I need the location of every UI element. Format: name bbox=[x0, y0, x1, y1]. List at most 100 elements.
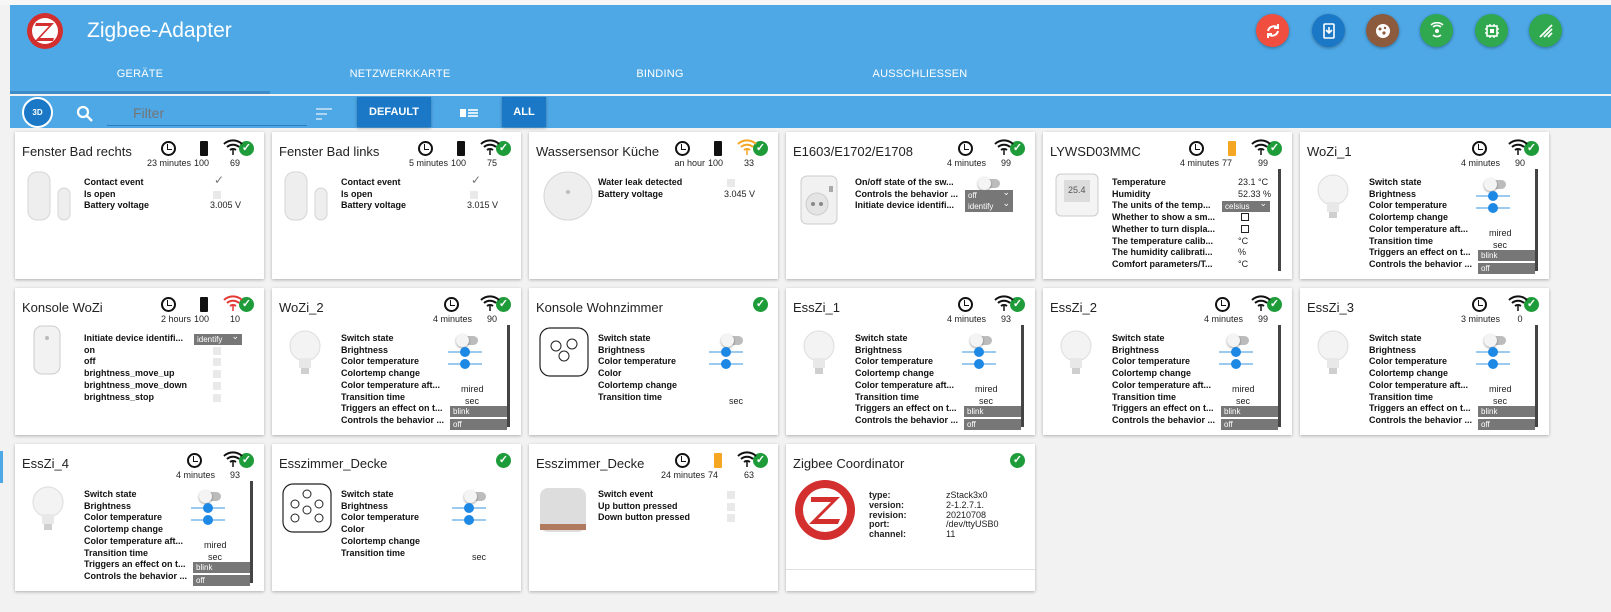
device-card[interactable]: Fenster Bad links ✓ 75 100 5 minutes Contact … bbox=[272, 132, 521, 279]
device-card[interactable]: EssZi_2 ✓ 99 4 minutes Switch state Brightnes… bbox=[1043, 288, 1292, 435]
chip-button[interactable] bbox=[1475, 14, 1508, 47]
device-card[interactable]: Konsole WoZi ✓ 10 100 2 hours Initiate device… bbox=[15, 288, 264, 435]
color-temperature-slider[interactable] bbox=[1219, 359, 1253, 369]
switch-state-toggle[interactable] bbox=[1227, 334, 1249, 347]
battery-value: 100 bbox=[194, 158, 210, 168]
last-seen-time: 4 minutes bbox=[1179, 158, 1219, 168]
device-card[interactable]: LYWSD03MMC ✓ 99 77 4 minutes 25.4 Temperature 2… bbox=[1043, 132, 1292, 279]
device-image bbox=[281, 166, 345, 230]
clock-icon bbox=[161, 297, 176, 312]
color-temperature-slider[interactable] bbox=[1476, 359, 1510, 369]
switch-state-toggle[interactable] bbox=[456, 334, 478, 347]
scrollbar[interactable] bbox=[1278, 325, 1281, 427]
scrollbar[interactable] bbox=[1535, 325, 1538, 427]
device-card[interactable]: EssZi_3 ✓ 0 3 minutes Switch state Brightness… bbox=[1300, 288, 1549, 435]
brightness-slider[interactable] bbox=[1476, 191, 1510, 201]
state-label: Transition time bbox=[855, 391, 920, 402]
switch-state-toggle[interactable] bbox=[721, 334, 743, 347]
tab-ausschliessen[interactable]: AUSSCHLIESSEN bbox=[790, 68, 1050, 80]
scrollbar[interactable] bbox=[507, 325, 510, 427]
device-card[interactable]: Konsole Wohnzimmer ✓ Switch state Brightnes… bbox=[529, 288, 778, 435]
device-card[interactable]: Zigbee Coordinator ✓ type: zStack3x0 version… bbox=[786, 444, 1035, 591]
switch-state-toggle[interactable] bbox=[970, 334, 992, 347]
effect-select[interactable]: blink bbox=[193, 562, 250, 573]
cookie-button[interactable] bbox=[1366, 14, 1399, 47]
effect-select[interactable]: blink bbox=[964, 406, 1021, 417]
device-card[interactable]: Esszimmer_Decke ✓ 63 74 24 minutes Switch eve… bbox=[529, 444, 778, 591]
3d-view-button[interactable]: 3D bbox=[22, 97, 53, 128]
behavior-select[interactable]: off bbox=[1478, 263, 1535, 274]
state-select[interactable]: identify bbox=[194, 331, 242, 345]
color-temperature-slider[interactable] bbox=[1476, 203, 1510, 213]
effect-select[interactable]: blink bbox=[1478, 406, 1535, 417]
link-quality-icon bbox=[480, 139, 500, 155]
last-seen-time: 4 minutes bbox=[175, 470, 215, 480]
effect-select[interactable]: blink bbox=[1478, 250, 1535, 261]
effect-select[interactable]: blink bbox=[1221, 406, 1278, 417]
brightness-slider[interactable] bbox=[191, 503, 225, 513]
state-checkbox[interactable] bbox=[1241, 213, 1249, 222]
all-button[interactable]: ALL bbox=[502, 97, 546, 127]
filter-input[interactable] bbox=[107, 101, 307, 126]
color-temperature-slider[interactable] bbox=[452, 515, 486, 525]
scrollbar[interactable] bbox=[250, 481, 253, 583]
brightness-slider[interactable] bbox=[448, 347, 482, 357]
link-quality-icon bbox=[223, 139, 243, 155]
scrollbar[interactable] bbox=[1278, 169, 1281, 271]
device-card[interactable]: WoZi_2 ✓ 90 4 minutes Switch state Brightness… bbox=[272, 288, 521, 435]
device-card[interactable]: EssZi_4 ✓ 93 4 minutes Switch state Brightnes… bbox=[15, 444, 264, 591]
state-label: Color bbox=[341, 524, 365, 535]
behavior-select[interactable]: off bbox=[964, 419, 1021, 430]
default-button[interactable]: DEFAULT bbox=[357, 97, 431, 127]
device-card[interactable]: E1603/E1702/E1708 ✓ 99 4 minutes On/off stat… bbox=[786, 132, 1035, 279]
behavior-select[interactable]: off bbox=[1478, 419, 1535, 430]
device-card[interactable]: WoZi_1 ✓ 90 4 minutes Switch state Brightness… bbox=[1300, 132, 1549, 279]
device-name: WoZi_1 bbox=[1307, 144, 1352, 159]
sort-icon[interactable] bbox=[316, 107, 332, 120]
app-header: Zigbee-Adapter GERÄTE NETZWERKKARTE BIND… bbox=[10, 5, 1611, 94]
brightness-slider[interactable] bbox=[1476, 347, 1510, 357]
pairing-icon bbox=[1429, 21, 1444, 37]
brightness-slider[interactable] bbox=[1219, 347, 1253, 357]
scrollbar[interactable] bbox=[1021, 325, 1024, 427]
device-card[interactable]: Fenster Bad rechts ✓ 69 100 23 minutes Contac… bbox=[15, 132, 264, 279]
refresh-button[interactable] bbox=[1256, 14, 1289, 47]
behavior-select[interactable]: off bbox=[193, 575, 250, 586]
effect-select[interactable]: blink bbox=[450, 406, 507, 417]
behavior-select[interactable]: off bbox=[1221, 419, 1278, 430]
tab-geraete[interactable]: GERÄTE bbox=[10, 68, 270, 80]
device-card[interactable]: Wassersensor Küche ✓ 33 100 an hour Water lea… bbox=[529, 132, 778, 279]
tab-netzwerkkarte[interactable]: NETZWERKKARTE bbox=[270, 68, 530, 80]
info-button[interactable] bbox=[1529, 14, 1562, 47]
state-checkbox[interactable] bbox=[1241, 224, 1249, 233]
color-temperature-slider[interactable] bbox=[962, 359, 996, 369]
switch-state-toggle[interactable] bbox=[464, 490, 486, 503]
pairing-button[interactable] bbox=[1420, 14, 1453, 47]
device-card[interactable]: Esszimmer_Decke ✓ Switch state Brightness Co… bbox=[272, 444, 521, 591]
brightness-slider[interactable] bbox=[962, 347, 996, 357]
switch-state-toggle[interactable] bbox=[1484, 178, 1506, 191]
coordinator-value: /dev/ttyUSB0 bbox=[946, 519, 999, 530]
device-image bbox=[538, 166, 602, 230]
brightness-slider[interactable] bbox=[709, 347, 743, 357]
color-temperature-slider[interactable] bbox=[191, 515, 225, 525]
state-label: Brightness bbox=[855, 344, 903, 355]
switch-state-toggle[interactable] bbox=[199, 490, 221, 503]
battery-value: 77 bbox=[1222, 158, 1233, 168]
color-temperature-slider[interactable] bbox=[448, 359, 482, 369]
last-seen-time: 3 minutes bbox=[1460, 314, 1500, 324]
color-temperature-slider[interactable] bbox=[709, 359, 743, 369]
install-button[interactable] bbox=[1312, 14, 1345, 47]
brightness-slider[interactable] bbox=[452, 503, 486, 513]
battery-icon bbox=[457, 141, 465, 156]
state-label: brightness_move_down bbox=[84, 379, 188, 390]
device-card[interactable]: EssZi_1 ✓ 93 4 minutes Switch state Brightnes… bbox=[786, 288, 1035, 435]
state-select[interactable]: celsius bbox=[1222, 198, 1270, 213]
scrollbar[interactable] bbox=[1535, 169, 1538, 271]
tab-binding[interactable]: BINDING bbox=[530, 68, 790, 80]
state-select[interactable]: identify bbox=[965, 198, 1013, 213]
state-toggle[interactable] bbox=[978, 177, 1000, 190]
behavior-select[interactable]: off bbox=[450, 419, 507, 430]
switch-state-toggle[interactable] bbox=[1484, 334, 1506, 347]
view-mode-icon[interactable] bbox=[460, 106, 478, 118]
